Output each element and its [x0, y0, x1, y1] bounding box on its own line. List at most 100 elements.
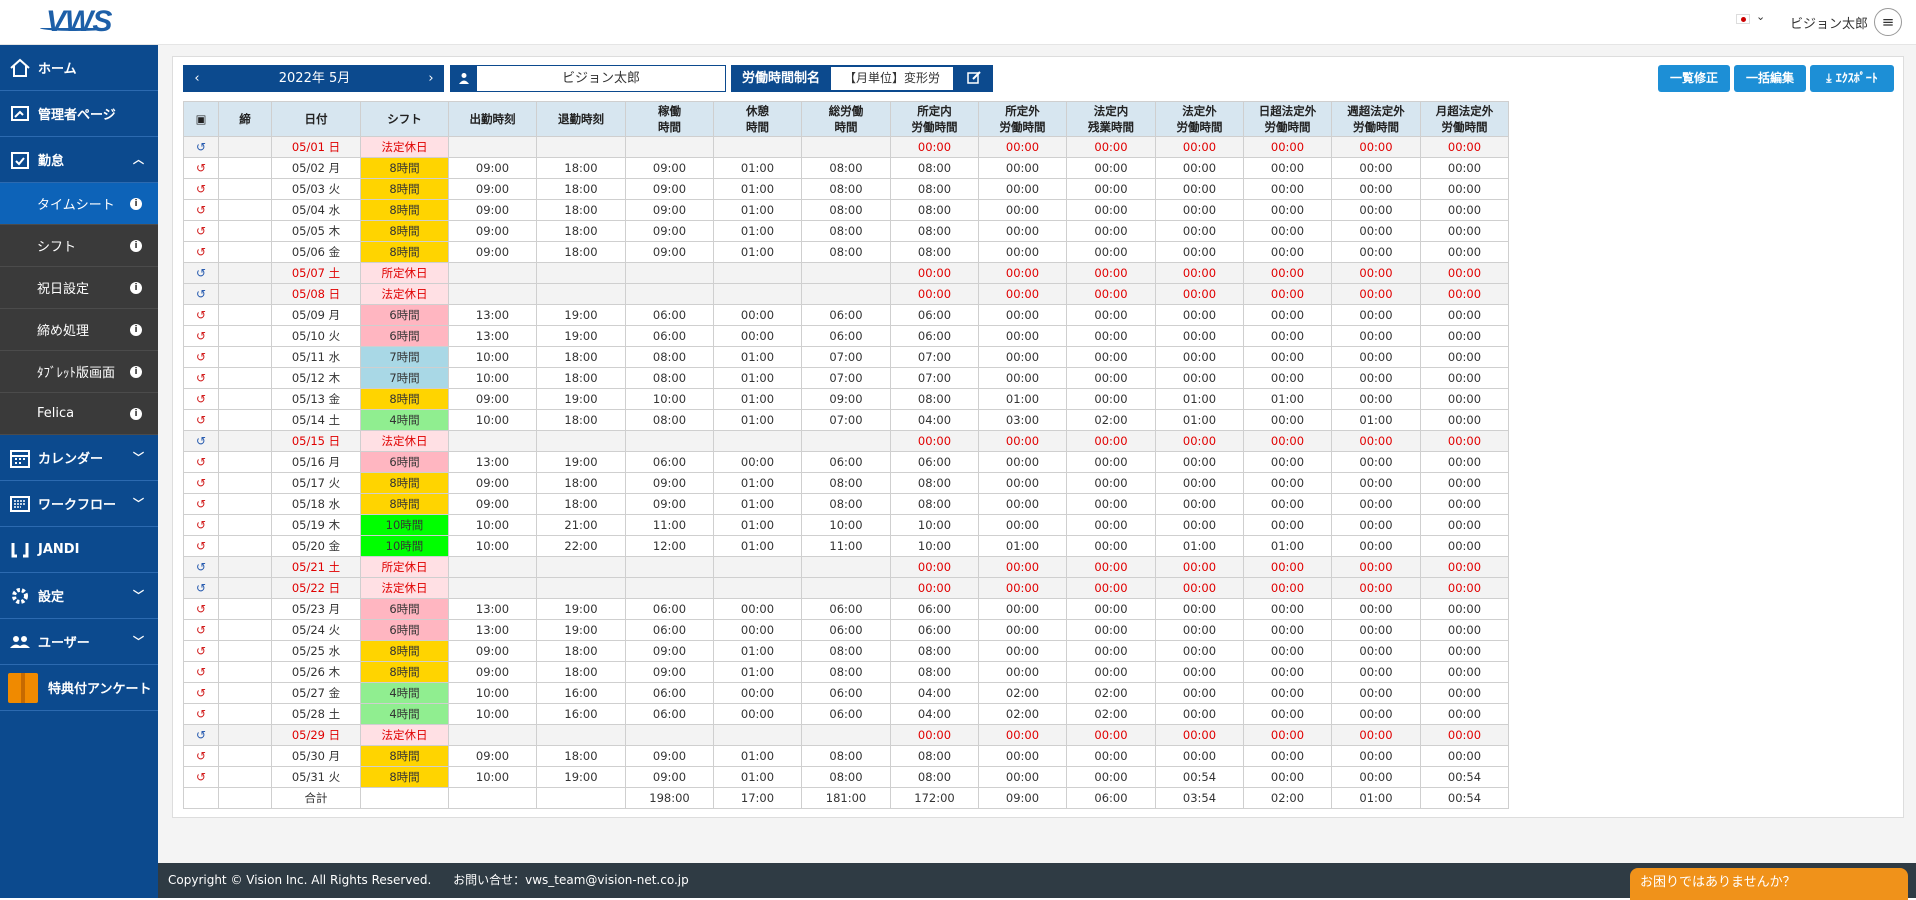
- sidebar-item-settings[interactable]: 設定 ﹀: [0, 573, 158, 619]
- info-icon[interactable]: i: [130, 198, 142, 210]
- table-row[interactable]: ↺ 05/26 木 8時間 09:00 18:00 09:00 01:00 08:00 08:0…: [183, 661, 1509, 683]
- sidebar-subitem-closing[interactable]: 締め処理 i: [0, 309, 158, 351]
- shift-cell[interactable]: 8時間: [360, 199, 449, 221]
- table-row[interactable]: ↺ 05/20 金 10時間 10:00 22:00 12:00 01:00 11:00 10:…: [183, 535, 1509, 557]
- sidebar-subitem-tablet[interactable]: ﾀﾌﾞﾚｯﾄ版画面 i: [0, 351, 158, 393]
- sidebar-item-home[interactable]: ホーム: [0, 45, 158, 91]
- bulk-edit-button[interactable]: 一括編集: [1734, 65, 1806, 92]
- hamburger-menu-button[interactable]: ≡: [1874, 8, 1902, 36]
- revert-icon[interactable]: ↺: [183, 262, 219, 284]
- sidebar-subitem-felica[interactable]: Felica i: [0, 393, 158, 435]
- revert-icon[interactable]: ↺: [183, 409, 219, 431]
- info-icon[interactable]: i: [130, 324, 142, 336]
- revert-icon[interactable]: ↺: [183, 682, 219, 704]
- table-row[interactable]: ↺ 05/14 土 4時間 10:00 18:00 08:00 01:00 07:00 04:0…: [183, 409, 1509, 431]
- export-button[interactable]: ⤓ ｴｸｽﾎﾟｰﾄ: [1810, 65, 1894, 92]
- table-row[interactable]: ↺ 05/24 火 6時間 13:00 19:00 06:00 00:00 06:00 06:0…: [183, 619, 1509, 641]
- revert-icon[interactable]: ↺: [183, 598, 219, 620]
- table-row[interactable]: ↺ 05/12 木 7時間 10:00 18:00 08:00 01:00 07:00 07:0…: [183, 367, 1509, 389]
- revert-icon[interactable]: ↺: [183, 535, 219, 557]
- table-row[interactable]: ↺ 05/22 日法定休日 00:00 00:00 00:00 00:00 00:00 00:…: [183, 577, 1509, 599]
- shift-cell[interactable]: 7時間: [360, 346, 449, 368]
- table-row[interactable]: ↺ 05/07 土所定休日 00:00 00:00 00:00 00:00 00:00 00:…: [183, 262, 1509, 284]
- revert-icon[interactable]: ↺: [183, 724, 219, 746]
- sidebar-item-workflow[interactable]: ワークフロー ﹀: [0, 481, 158, 527]
- info-icon[interactable]: i: [130, 366, 142, 378]
- revert-icon[interactable]: ↺: [183, 367, 219, 389]
- shift-cell[interactable]: 4時間: [360, 682, 449, 704]
- table-row[interactable]: ↺ 05/30 月 8時間 09:00 18:00 09:00 01:00 08:00 08:0…: [183, 745, 1509, 767]
- shift-cell[interactable]: 法定休日: [360, 724, 449, 746]
- shift-cell[interactable]: 法定休日: [360, 430, 449, 452]
- vws-logo[interactable]: VWS: [40, 5, 112, 39]
- revert-icon[interactable]: ↺: [183, 178, 219, 200]
- shift-cell[interactable]: 4時間: [360, 409, 449, 431]
- revert-icon[interactable]: ↺: [183, 325, 219, 347]
- sidebar-item-admin[interactable]: 管理者ページ: [0, 91, 158, 137]
- shift-cell[interactable]: 8時間: [360, 157, 449, 179]
- shift-cell[interactable]: 6時間: [360, 619, 449, 641]
- info-icon[interactable]: i: [130, 240, 142, 252]
- table-row[interactable]: ↺ 05/15 日法定休日 00:00 00:00 00:00 00:00 00:00 00:…: [183, 430, 1509, 452]
- table-row[interactable]: ↺ 05/28 土 4時間 10:00 16:00 06:00 00:00 06:00 04:0…: [183, 703, 1509, 725]
- shift-cell[interactable]: 8時間: [360, 640, 449, 662]
- shift-cell[interactable]: 10時間: [360, 535, 449, 557]
- revert-icon[interactable]: ↺: [183, 304, 219, 326]
- revert-icon[interactable]: ↺: [183, 556, 219, 578]
- sidebar-item-attendance[interactable]: 勤怠 ︿: [0, 137, 158, 183]
- table-row[interactable]: ↺ 05/19 木 10時間 10:00 21:00 11:00 01:00 10:00 10:…: [183, 514, 1509, 536]
- shift-cell[interactable]: 法定休日: [360, 577, 449, 599]
- table-row[interactable]: ↺ 05/04 水 8時間 09:00 18:00 09:00 01:00 08:00 08:0…: [183, 199, 1509, 221]
- revert-icon[interactable]: ↺: [183, 766, 219, 788]
- revert-icon[interactable]: ↺: [183, 745, 219, 767]
- revert-icon[interactable]: ↺: [183, 241, 219, 263]
- table-row[interactable]: ↺ 05/16 月 6時間 13:00 19:00 06:00 00:00 06:00 06:0…: [183, 451, 1509, 473]
- next-month-button[interactable]: ›: [418, 65, 444, 92]
- revert-icon[interactable]: ↺: [183, 346, 219, 368]
- table-row[interactable]: ↺ 05/18 水 8時間 09:00 18:00 09:00 01:00 08:00 08:0…: [183, 493, 1509, 515]
- shift-cell[interactable]: 4時間: [360, 703, 449, 725]
- revert-icon[interactable]: ↺: [183, 472, 219, 494]
- shift-cell[interactable]: 法定休日: [360, 283, 449, 305]
- help-chat-button[interactable]: お困りではありませんか？: [1630, 868, 1908, 900]
- table-row[interactable]: ↺ 05/11 水 7時間 10:00 18:00 08:00 01:00 07:00 07:0…: [183, 346, 1509, 368]
- shift-cell[interactable]: 6時間: [360, 451, 449, 473]
- sidebar-subitem-shift[interactable]: シフト i: [0, 225, 158, 267]
- revert-icon[interactable]: ↺: [183, 703, 219, 725]
- table-row[interactable]: ↺ 05/13 金 8時間 09:00 19:00 10:00 01:00 09:00 08:0…: [183, 388, 1509, 410]
- shift-cell[interactable]: 法定休日: [360, 136, 449, 158]
- revert-icon[interactable]: ↺: [183, 283, 219, 305]
- table-row[interactable]: ↺ 05/09 月 6時間 13:00 19:00 06:00 00:00 06:00 06:0…: [183, 304, 1509, 326]
- shift-cell[interactable]: 8時間: [360, 220, 449, 242]
- revert-icon[interactable]: ↺: [183, 577, 219, 599]
- revert-icon[interactable]: ↺: [183, 493, 219, 515]
- table-row[interactable]: ↺ 05/31 火 8時間 10:00 19:00 09:00 01:00 08:00 08:0…: [183, 766, 1509, 788]
- edit-icon[interactable]: [955, 65, 993, 92]
- sidebar-subitem-holiday-settings[interactable]: 祝日設定 i: [0, 267, 158, 309]
- table-row[interactable]: ↺ 05/02 月 8時間 09:00 18:00 09:00 01:00 08:00 08:0…: [183, 157, 1509, 179]
- shift-cell[interactable]: 8時間: [360, 661, 449, 683]
- shift-cell[interactable]: 所定休日: [360, 556, 449, 578]
- sidebar-item-users[interactable]: ユーザー ﹀: [0, 619, 158, 665]
- shift-cell[interactable]: 6時間: [360, 325, 449, 347]
- sidebar-subitem-timesheet[interactable]: タイムシート i: [0, 183, 158, 225]
- table-row[interactable]: ↺ 05/21 土所定休日 00:00 00:00 00:00 00:00 00:00 00:…: [183, 556, 1509, 578]
- prev-month-button[interactable]: ‹: [183, 65, 211, 92]
- table-row[interactable]: ↺ 05/23 月 6時間 13:00 19:00 06:00 00:00 06:00 06:0…: [183, 598, 1509, 620]
- revert-icon[interactable]: ↺: [183, 640, 219, 662]
- revert-icon[interactable]: ↺: [183, 199, 219, 221]
- shift-cell[interactable]: 所定休日: [360, 262, 449, 284]
- shift-cell[interactable]: 6時間: [360, 304, 449, 326]
- sidebar-item-survey[interactable]: 特典付アンケート: [0, 665, 158, 711]
- table-row[interactable]: ↺ 05/17 火 8時間 09:00 18:00 09:00 01:00 08:00 08:0…: [183, 472, 1509, 494]
- list-edit-button[interactable]: 一覧修正: [1658, 65, 1730, 92]
- revert-icon[interactable]: ↺: [183, 220, 219, 242]
- table-row[interactable]: ↺ 05/27 金 4時間 10:00 16:00 06:00 00:00 06:00 04:0…: [183, 682, 1509, 704]
- shift-cell[interactable]: 10時間: [360, 514, 449, 536]
- shift-cell[interactable]: 8時間: [360, 178, 449, 200]
- revert-icon[interactable]: ↺: [183, 388, 219, 410]
- table-row[interactable]: ↺ 05/25 水 8時間 09:00 18:00 09:00 01:00 08:00 08:0…: [183, 640, 1509, 662]
- table-row[interactable]: ↺ 05/05 木 8時間 09:00 18:00 09:00 01:00 08:00 08:0…: [183, 220, 1509, 242]
- table-row[interactable]: ↺ 05/29 日法定休日 00:00 00:00 00:00 00:00 00:00 00:…: [183, 724, 1509, 746]
- revert-icon[interactable]: ↺: [183, 136, 219, 158]
